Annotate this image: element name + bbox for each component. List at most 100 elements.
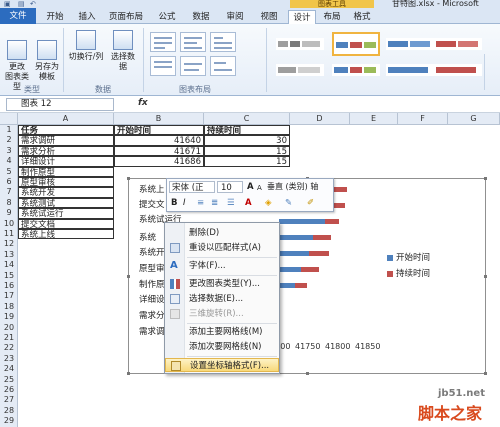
font-color-icon[interactable]: A	[245, 197, 252, 209]
menu-item-format-axis[interactable]: 设置坐标轴格式(F)...	[165, 358, 279, 372]
legend-item-duration[interactable]: 持续时间	[387, 267, 430, 279]
chart-style-3[interactable]	[386, 38, 434, 50]
bold-button[interactable]: B	[171, 197, 177, 209]
task-cell[interactable]: 提交文档	[18, 218, 114, 229]
task-cell[interactable]: 需求调研	[18, 135, 114, 146]
select-data-button[interactable]: 选择数据	[108, 30, 138, 72]
row-header[interactable]: 2	[0, 135, 18, 145]
undo-icon[interactable]: ↶	[30, 0, 36, 8]
cell-b1[interactable]: 开始时间	[114, 125, 204, 136]
row-header[interactable]: 14	[0, 260, 18, 270]
format-painter-icon[interactable]: ✐	[307, 197, 314, 209]
bar-duration[interactable]	[313, 235, 331, 240]
bar-start[interactable]	[279, 235, 313, 240]
font-name-box[interactable]: 宋体 (正	[169, 181, 215, 193]
tab-insert[interactable]: 插入	[72, 10, 102, 24]
row-header[interactable]: 17	[0, 291, 18, 301]
menu-item-add-minor-gridlines[interactable]: 添加次要网格线(N)	[165, 340, 279, 354]
row-header[interactable]: 23	[0, 354, 18, 364]
menu-item-delete[interactable]: 删除(D)	[165, 226, 279, 240]
row-header[interactable]: 20	[0, 323, 18, 333]
chart-style-4[interactable]	[434, 38, 482, 50]
shrink-font-icon[interactable]: A	[257, 182, 262, 194]
row-header[interactable]: 3	[0, 146, 18, 156]
column-header-g[interactable]: G	[448, 113, 500, 125]
bar-start[interactable]	[279, 267, 301, 272]
chart-styles-scrollbar[interactable]	[484, 54, 494, 90]
save-icon[interactable]: ▤	[18, 0, 25, 8]
row-header[interactable]: 4	[0, 156, 18, 166]
italic-button[interactable]: I	[183, 197, 186, 209]
task-cell[interactable]: 需求分析	[18, 145, 114, 157]
chart-layout-1[interactable]	[150, 32, 176, 52]
task-cell[interactable]: 制作原型	[18, 166, 114, 177]
chart-layout-3[interactable]	[210, 32, 236, 52]
chart-style-1[interactable]	[276, 38, 324, 50]
bar-duration[interactable]	[295, 283, 307, 288]
column-header-d[interactable]: D	[290, 113, 350, 125]
align-icon[interactable]: ☰	[227, 197, 235, 209]
tab-file[interactable]: 文件	[0, 8, 36, 24]
bar-duration[interactable]	[301, 267, 319, 272]
column-header-e[interactable]: E	[350, 113, 398, 125]
bar-start[interactable]	[279, 283, 295, 288]
row-header[interactable]: 25	[0, 375, 18, 385]
menu-item-change-chart-type[interactable]: 更改图表类型(Y)...	[165, 277, 279, 291]
row-header[interactable]: 6	[0, 177, 18, 187]
row-header[interactable]: 15	[0, 271, 18, 281]
row-header[interactable]: 13	[0, 250, 18, 260]
row-header[interactable]: 8	[0, 198, 18, 208]
row-header[interactable]: 16	[0, 281, 18, 291]
chart-style-7[interactable]	[386, 64, 434, 76]
menu-item-reset-style[interactable]: 重设以匹配样式(A)	[165, 241, 279, 255]
bar-start[interactable]	[279, 219, 325, 224]
row-header[interactable]: 7	[0, 187, 18, 197]
tab-chart-layout[interactable]: 布局	[318, 10, 346, 24]
task-cell[interactable]: 详细设计	[18, 156, 114, 167]
cell-c4[interactable]: 15	[204, 156, 290, 167]
row-header[interactable]: 28	[0, 406, 18, 416]
menu-item-select-data[interactable]: 选择数据(E)...	[165, 292, 279, 306]
chart-element-selector[interactable]: 垂直 (类别) 轴	[267, 181, 318, 193]
tab-chart-design[interactable]: 设计	[288, 10, 316, 25]
menu-item-add-major-gridlines[interactable]: 添加主要网格线(M)	[165, 325, 279, 339]
row-header[interactable]: 21	[0, 333, 18, 343]
row-header[interactable]: 22	[0, 343, 18, 353]
legend-item-start[interactable]: 开始时间	[387, 251, 430, 263]
cell-a1[interactable]: 任务	[18, 125, 114, 136]
row-header[interactable]: 26	[0, 385, 18, 395]
tab-home[interactable]: 开始	[40, 10, 70, 24]
align-icon[interactable]: ≡	[197, 197, 204, 209]
task-cell[interactable]: 系统开发	[18, 187, 114, 198]
tab-page-layout[interactable]: 页面布局	[104, 10, 148, 24]
cell-c2[interactable]: 30	[204, 135, 290, 146]
row-header[interactable]: 18	[0, 302, 18, 312]
tab-chart-format[interactable]: 格式	[348, 10, 376, 24]
task-cell[interactable]: 原型审核	[18, 177, 114, 188]
shape-outline-icon[interactable]: ✎	[285, 197, 292, 209]
cell-b3[interactable]: 41671	[114, 145, 204, 157]
cell-c1[interactable]: 持续时间	[204, 125, 290, 136]
chart-style-6[interactable]	[332, 64, 380, 76]
chart-style-2[interactable]	[332, 32, 380, 56]
column-header-f[interactable]: F	[398, 113, 448, 125]
align-icon[interactable]: ≣	[211, 197, 218, 209]
row-header[interactable]: 9	[0, 208, 18, 218]
column-header-b[interactable]: B	[114, 113, 204, 125]
bar-duration[interactable]	[333, 203, 345, 208]
row-header[interactable]: 19	[0, 312, 18, 322]
cell-b2[interactable]: 41640	[114, 135, 204, 146]
change-chart-type-button[interactable]: 更改 图表类型	[2, 30, 32, 92]
row-header[interactable]: 11	[0, 229, 18, 239]
cell-b4[interactable]: 41686	[114, 156, 204, 167]
tab-view[interactable]: 视图	[254, 10, 284, 24]
task-cell[interactable]: 系统试运行	[18, 208, 114, 219]
row-header[interactable]: 29	[0, 416, 18, 426]
row-header[interactable]: 24	[0, 364, 18, 374]
cell-c3[interactable]: 15	[204, 145, 290, 157]
menu-item-font[interactable]: A 字体(F)...	[165, 259, 279, 273]
chart-style-5[interactable]	[276, 64, 324, 76]
column-header-c[interactable]: C	[204, 113, 290, 125]
chart-layout-2[interactable]	[180, 32, 206, 52]
row-header[interactable]: 27	[0, 395, 18, 405]
